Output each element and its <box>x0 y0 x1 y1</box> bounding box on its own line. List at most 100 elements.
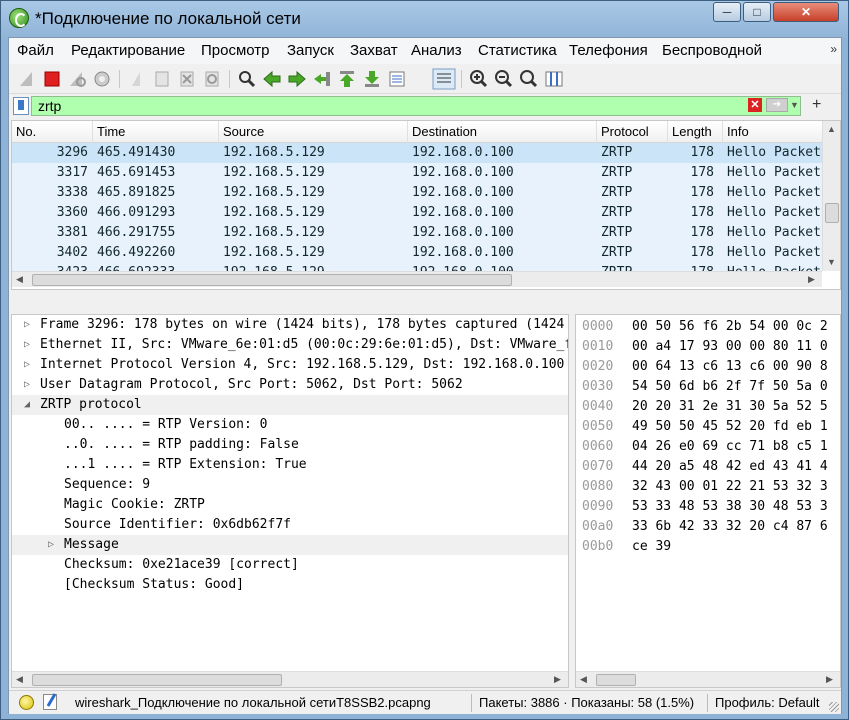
column-header-length[interactable]: Length <box>672 124 712 139</box>
packet-row[interactable]: 3338 465.891825 192.168.5.129 192.168.0.100… <box>12 183 822 203</box>
detail-tree-item[interactable]: ▷ Frame 3296: 178 bytes on wire (1424 bit… <box>12 315 568 335</box>
expand-arrow-icon[interactable]: ▷ <box>24 355 30 375</box>
expand-arrow-icon[interactable]: ▷ <box>24 375 30 395</box>
packet-row[interactable]: 3360 466.091293 192.168.5.129 192.168.0.100… <box>12 203 822 223</box>
hex-row[interactable]: 00b0 ce 39 <box>576 537 840 556</box>
scroll-right-icon[interactable]: ▶ <box>826 674 833 685</box>
filter-bookmark-icon[interactable] <box>13 97 29 115</box>
menu-overflow-icon[interactable]: » <box>830 42 837 56</box>
detail-tree-item[interactable]: ◢ ZRTP protocol <box>12 395 568 415</box>
scroll-right-icon[interactable]: ▶ <box>554 674 561 685</box>
expand-arrow-icon[interactable]: ▷ <box>48 535 54 555</box>
column-header-destination[interactable]: Destination <box>412 124 477 139</box>
hex-row[interactable]: 0050 49 50 50 45 52 20 fd eb 1 <box>576 417 840 436</box>
status-profile[interactable]: Профиль: Default <box>715 695 820 710</box>
packet-row[interactable]: 3317 465.691453 192.168.5.129 192.168.0.100… <box>12 163 822 183</box>
menu-telephony[interactable]: Телефония <box>569 42 648 59</box>
scroll-left-icon[interactable]: ◀ <box>16 674 23 685</box>
detail-tree-item[interactable]: [Checksum Status: Good] <box>12 575 568 595</box>
add-filter-button[interactable]: + <box>812 96 821 114</box>
zoom-out-icon[interactable] <box>494 69 514 89</box>
detail-tree-item[interactable]: Magic Cookie: ZRTP <box>12 495 568 515</box>
scroll-left-icon[interactable]: ◀ <box>580 674 587 685</box>
details-horizontal-scrollbar[interactable]: ◀ ▶ <box>12 671 568 687</box>
scroll-right-icon[interactable]: ▶ <box>808 274 815 285</box>
bytes-hscroll-thumb[interactable] <box>596 674 636 686</box>
expand-arrow-icon[interactable]: ▷ <box>24 335 30 355</box>
go-first-packet-icon[interactable] <box>337 69 357 89</box>
close-file-icon[interactable] <box>177 69 197 89</box>
menu-statistics[interactable]: Статистика <box>478 42 557 59</box>
packet-list-vscroll-thumb[interactable] <box>825 203 839 223</box>
capture-comment-icon[interactable] <box>43 694 57 710</box>
hex-row[interactable]: 0070 44 20 a5 48 42 ed 43 41 4 <box>576 457 840 476</box>
packet-list-hscroll-thumb[interactable] <box>32 274 512 286</box>
capture-options-icon[interactable] <box>92 69 112 89</box>
go-to-packet-icon[interactable] <box>312 69 332 89</box>
find-packet-icon[interactable] <box>237 69 257 89</box>
zoom-reset-icon[interactable] <box>519 69 539 89</box>
go-last-packet-icon[interactable] <box>362 69 382 89</box>
hex-row[interactable]: 0080 32 43 00 01 22 21 53 32 3 <box>576 477 840 496</box>
menu-analyze[interactable]: Анализ <box>411 42 462 59</box>
column-header-time[interactable]: Time <box>97 124 125 139</box>
filter-history-dropdown-icon[interactable]: ▼ <box>790 98 800 112</box>
scroll-up-icon[interactable]: ▲ <box>827 124 836 134</box>
menu-file[interactable]: Файл <box>17 42 54 59</box>
hex-row[interactable]: 0090 53 33 48 53 38 30 48 53 3 <box>576 497 840 516</box>
hex-row[interactable]: 0010 00 a4 17 93 00 00 80 11 0 <box>576 337 840 356</box>
hex-row[interactable]: 0020 00 64 13 c6 13 c6 00 90 8 <box>576 357 840 376</box>
menu-wireless[interactable]: Беспроводной <box>662 42 762 59</box>
hex-row[interactable]: 0060 04 26 e0 69 cc 71 b8 c5 1 <box>576 437 840 456</box>
packet-row[interactable]: 3381 466.291755 192.168.5.129 192.168.0.100… <box>12 223 822 243</box>
packet-list-horizontal-scrollbar[interactable]: ◀ ▶ <box>12 271 822 287</box>
detail-tree-item[interactable]: 00.. .... = RTP Version: 0 <box>12 415 568 435</box>
detail-tree-item[interactable]: ▷ Internet Protocol Version 4, Src: 192.1… <box>12 355 568 375</box>
detail-tree-item[interactable]: Sequence: 9 <box>12 475 568 495</box>
details-hscroll-thumb[interactable] <box>32 674 282 686</box>
detail-tree-item[interactable]: ▷ Message <box>12 535 568 555</box>
menu-capture[interactable]: Захват <box>350 42 398 59</box>
column-header-source[interactable]: Source <box>223 124 264 139</box>
hex-row[interactable]: 0030 54 50 6d b6 2f 7f 50 5a 0 <box>576 377 840 396</box>
go-forward-icon[interactable] <box>287 69 307 89</box>
title-bar[interactable]: *Подключение по локальной сети ─ □ ✕ <box>1 1 849 37</box>
open-file-icon[interactable] <box>127 69 147 89</box>
menu-view[interactable]: Просмотр <box>201 42 270 59</box>
apply-filter-icon[interactable]: ➔ <box>766 98 788 112</box>
save-file-icon[interactable] <box>152 69 172 89</box>
menu-go[interactable]: Запуск <box>287 42 334 59</box>
close-button[interactable]: ✕ <box>773 2 839 22</box>
packet-row[interactable]: 3402 466.492260 192.168.5.129 192.168.0.100… <box>12 243 822 263</box>
menu-edit[interactable]: Редактирование <box>71 42 185 59</box>
detail-tree-item[interactable]: ..0. .... = RTP padding: False <box>12 435 568 455</box>
colorize-icon[interactable] <box>432 68 456 90</box>
bytes-horizontal-scrollbar[interactable]: ◀ ▶ <box>576 671 840 687</box>
packet-row[interactable]: 3296 465.491430 192.168.5.129 192.168.0.100… <box>12 143 822 163</box>
go-back-icon[interactable] <box>262 69 282 89</box>
scroll-down-icon[interactable]: ▼ <box>827 257 836 267</box>
detail-tree-item[interactable]: Checksum: 0xe21ace39 [correct] <box>12 555 568 575</box>
maximize-button[interactable]: □ <box>743 2 771 22</box>
hex-row[interactable]: 0000 00 50 56 f6 2b 54 00 0c 2 <box>576 317 840 336</box>
clear-filter-icon[interactable]: ✕ <box>748 98 762 112</box>
expert-info-icon[interactable] <box>19 695 34 710</box>
detail-tree-item[interactable]: ▷ User Datagram Protocol, Src Port: 5062,… <box>12 375 568 395</box>
scroll-left-icon[interactable]: ◀ <box>16 274 23 285</box>
detail-tree-item[interactable]: ...1 .... = RTP Extension: True <box>12 455 568 475</box>
collapse-arrow-icon[interactable]: ◢ <box>24 395 30 415</box>
display-filter-input[interactable]: zrtp <box>31 96 801 116</box>
column-header-no[interactable]: No. <box>16 124 36 139</box>
zoom-in-icon[interactable] <box>469 69 489 89</box>
hex-row[interactable]: 0040 20 20 31 2e 31 30 5a 52 5 <box>576 397 840 416</box>
expand-arrow-icon[interactable]: ▷ <box>24 315 30 335</box>
detail-tree-item[interactable]: Source Identifier: 0x6db62f7f <box>12 515 568 535</box>
reload-file-icon[interactable] <box>202 69 222 89</box>
column-header-info[interactable]: Info <box>727 124 749 139</box>
stop-capture-icon[interactable] <box>42 69 62 89</box>
column-header-protocol[interactable]: Protocol <box>601 124 649 139</box>
resize-grip-icon[interactable] <box>829 702 839 712</box>
hex-row[interactable]: 00a0 33 6b 42 33 32 20 c4 87 6 <box>576 517 840 536</box>
auto-scroll-icon[interactable] <box>387 69 407 89</box>
packet-list-vertical-scrollbar[interactable]: ▲ ▼ <box>822 121 840 271</box>
